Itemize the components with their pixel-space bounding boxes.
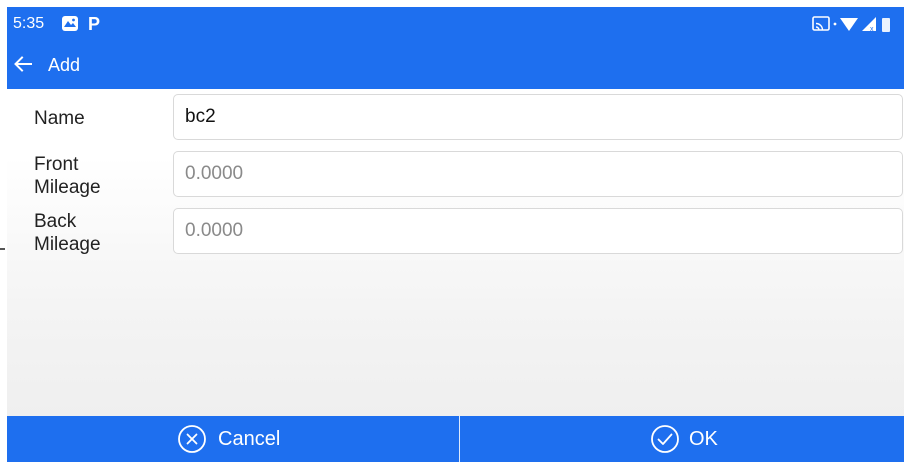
app-screen: 5:35 P x Add Name bc2 Front Mileage 0.00… (7, 7, 904, 462)
action-bar: Cancel OK (7, 416, 904, 462)
status-right-icons: x (804, 7, 904, 41)
edge-mark (0, 248, 5, 250)
circle-check-icon (650, 424, 680, 454)
cancel-label: Cancel (218, 428, 281, 450)
cast-icon (812, 16, 830, 31)
cancel-button[interactable]: Cancel (7, 416, 459, 462)
parking-app-icon: P (88, 14, 101, 34)
ok-button[interactable]: OK (460, 416, 904, 462)
ok-label: OK (689, 428, 718, 450)
status-bar: 5:35 P x (7, 7, 904, 41)
front-mileage-field[interactable] (173, 151, 903, 197)
circle-x-icon (177, 424, 207, 454)
arrow-left-icon[interactable] (12, 53, 34, 75)
page-title: Add (48, 55, 81, 75)
gallery-icon (62, 16, 78, 31)
name-label: Name (34, 108, 85, 129)
back-mileage-label-line1: Back (34, 211, 77, 232)
signal-icon: x (862, 17, 876, 33)
back-mileage-label-line2: Mileage (34, 234, 101, 255)
battery-icon (882, 18, 890, 32)
name-field[interactable] (173, 94, 903, 140)
front-mileage-label-line2: Mileage (34, 177, 101, 198)
back-mileage-field[interactable] (173, 208, 903, 254)
wifi-icon (840, 18, 858, 31)
svg-text:x: x (870, 26, 874, 33)
front-mileage-label-line1: Front (34, 154, 79, 175)
toolbar: Add (7, 41, 904, 89)
status-time: 5:35 (13, 15, 45, 32)
